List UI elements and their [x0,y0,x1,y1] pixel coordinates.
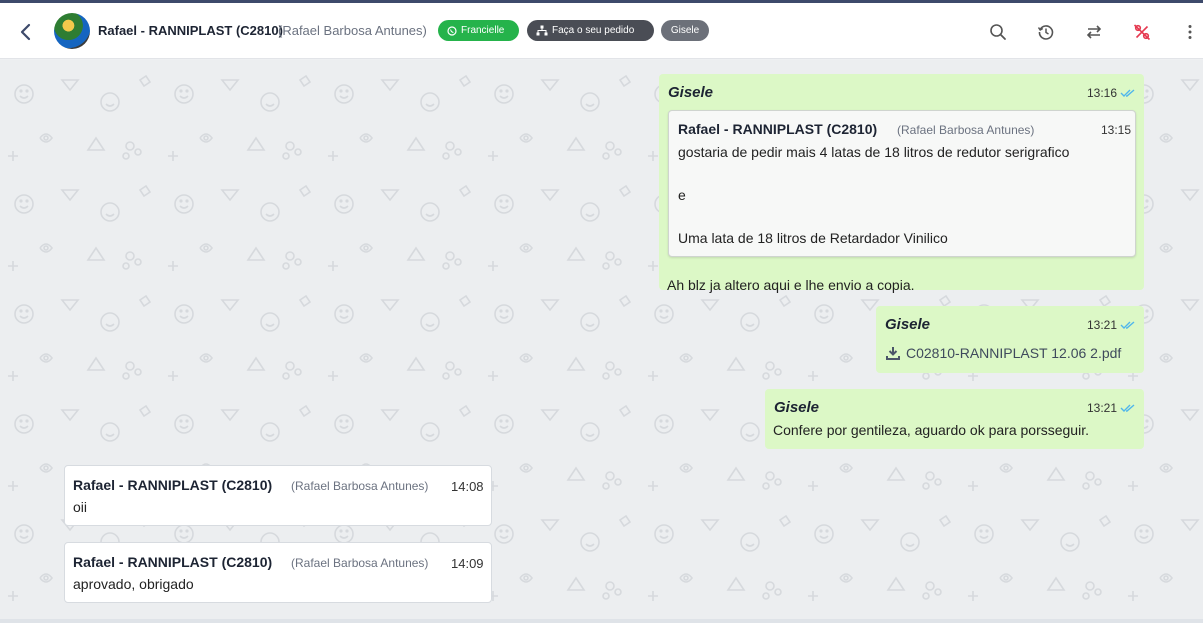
message-text: Ah blz ja altero aqui e lhe envio a copi… [667,277,915,293]
avatar[interactable] [54,13,90,49]
read-ticks-icon [1120,89,1135,97]
tag-faca-pedido[interactable]: Faça o seu pedido [527,20,654,41]
chat-area[interactable]: Gisele 13:16 Rafael - RANNIPLAST (C2810)… [0,60,1203,620]
back-arrow-icon[interactable] [14,20,38,44]
more-vert-icon[interactable] [1180,22,1200,42]
read-ticks-icon [1120,404,1135,412]
sitemap-icon [536,25,548,36]
message-sender-subtitle: (Rafael Barbosa Antunes) [291,479,429,493]
message-sender-name: Rafael - RANNIPLAST (C2810) [73,477,273,493]
tag-label: Francielle [461,25,505,36]
download-icon [886,347,900,360]
message-text: oii [73,499,88,515]
chat-header: Rafael - RANNIPLAST (C2810) (Rafael Barb… [0,3,1203,59]
pdf-attachment-link[interactable]: C02810-RANNIPLAST 12.06 2.pdf [886,345,1121,361]
tag-label: Faça o seu pedido [552,25,635,36]
tag-gisele[interactable]: Gisele [661,20,709,41]
transfer-icon[interactable] [1084,22,1104,42]
message-sender: Gisele [774,399,820,416]
message-time: 13:21 [1087,401,1118,415]
quoted-message[interactable]: Rafael - RANNIPLAST (C2810) (Rafael Barb… [668,110,1136,257]
percent-off-icon[interactable] [1132,22,1152,42]
message-bubble-outgoing[interactable]: Gisele 13:21 Confere por gentileza, agua… [765,389,1144,449]
message-time: 14:08 [451,479,484,494]
message-bubble-incoming[interactable]: Rafael - RANNIPLAST (C2810) (Rafael Barb… [64,465,492,526]
quoted-sender-name: Rafael - RANNIPLAST (C2810) [678,121,878,137]
message-sender: Gisele [885,316,931,333]
search-icon[interactable] [988,22,1008,42]
quoted-line: e [678,187,686,203]
quoted-time: 13:15 [1101,123,1132,137]
message-time: 13:16 [1087,86,1118,100]
tag-label: Gisele [670,25,700,36]
message-bubble-outgoing[interactable]: Gisele 13:16 Rafael - RANNIPLAST (C2810)… [659,74,1144,293]
attachment-filename: C02810-RANNIPLAST 12.06 2.pdf [906,345,1122,361]
message-text: Confere por gentileza, aguardo ok para p… [773,422,1089,438]
message-bubble-outgoing[interactable]: Gisele 13:21 C02810-RANNIPLAST 12.06 2.p… [876,306,1144,373]
contact-subtitle: (Rafael Barbosa Antunes) [278,23,427,38]
bottom-edge [0,619,1203,623]
message-sender: Gisele [668,84,714,101]
quoted-line: Uma lata de 18 litros de Retardador Vini… [678,230,948,246]
whatsapp-icon [447,25,457,36]
message-time: 13:21 [1087,318,1118,332]
quoted-line: gostaria de pedir mais 4 latas de 18 lit… [678,144,1070,160]
message-bubble-incoming[interactable]: Rafael - RANNIPLAST (C2810) (Rafael Barb… [64,542,492,603]
message-text: aprovado, obrigado [73,576,194,592]
message-sender-name: Rafael - RANNIPLAST (C2810) [73,554,273,570]
message-sender-subtitle: (Rafael Barbosa Antunes) [291,556,429,570]
history-icon[interactable] [1036,22,1056,42]
contact-name[interactable]: Rafael - RANNIPLAST (C2810) [98,23,283,38]
quoted-sender-subtitle: (Rafael Barbosa Antunes) [897,123,1035,137]
message-time: 14:09 [451,556,484,571]
tag-francielle[interactable]: Francielle [438,20,519,41]
read-ticks-icon [1120,321,1135,329]
